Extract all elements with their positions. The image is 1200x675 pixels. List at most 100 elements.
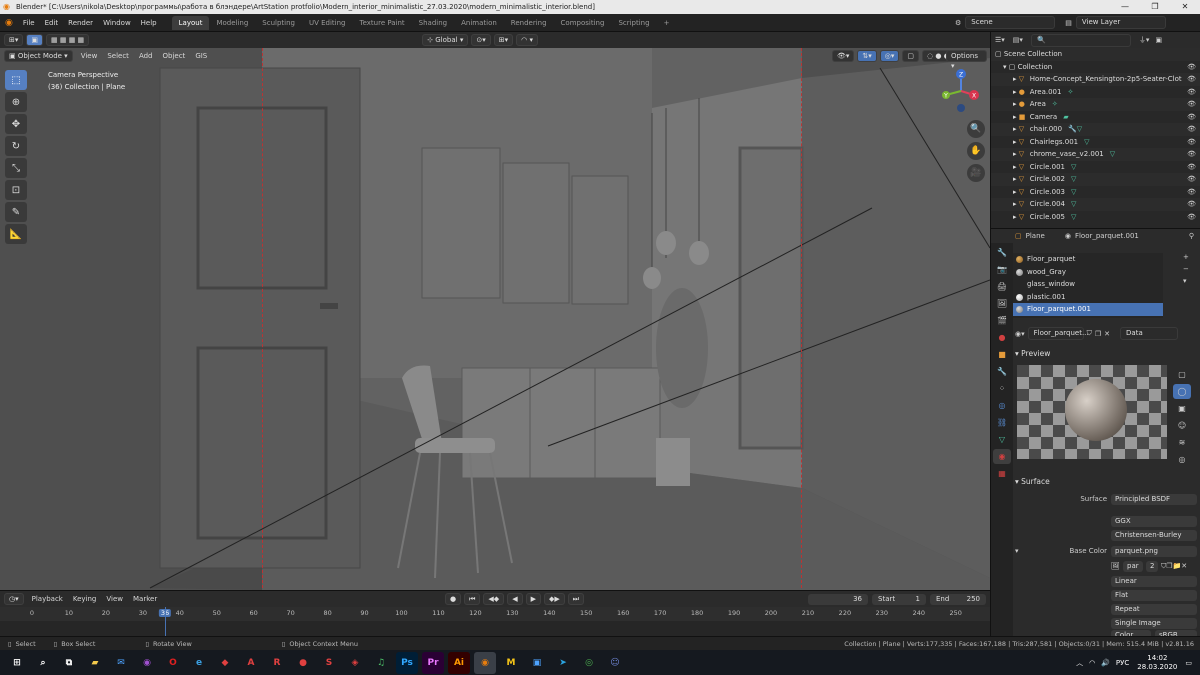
- prev-keyframe-icon[interactable]: ◀◆: [483, 593, 505, 605]
- preview-panel-header[interactable]: ▾ Preview: [1015, 349, 1050, 358]
- volume-icon[interactable]: 🔊: [1101, 659, 1110, 667]
- play-reverse-icon[interactable]: ◀: [507, 593, 523, 605]
- data-tab-icon[interactable]: ▽: [993, 432, 1011, 447]
- list-item[interactable]: wood_Gray: [1013, 266, 1163, 279]
- viewport-menu-view[interactable]: View: [76, 48, 103, 64]
- expand-arrow-icon[interactable]: ▾: [1015, 545, 1019, 558]
- eye-icon[interactable]: 👁: [1187, 161, 1196, 174]
- close-button[interactable]: ✕: [1170, 0, 1200, 14]
- base-color-texture-field[interactable]: parquet.png: [1111, 546, 1197, 557]
- blender-menu-icon[interactable]: ◉: [0, 18, 18, 28]
- mail-icon[interactable]: ✉: [110, 652, 132, 674]
- add-slot-button[interactable]: +: [1183, 253, 1195, 265]
- revit-icon[interactable]: R: [266, 652, 288, 674]
- tab-compositing[interactable]: Compositing: [554, 16, 612, 30]
- xray-toggle[interactable]: ▢: [902, 50, 920, 62]
- viewport-menu-object[interactable]: Object: [158, 48, 191, 64]
- windows-start-icon[interactable]: ⊞: [6, 652, 28, 674]
- chrome-icon[interactable]: ◎: [578, 652, 600, 674]
- menu-help[interactable]: Help: [136, 14, 162, 32]
- interpolation-dropdown[interactable]: Linear: [1111, 576, 1197, 587]
- maximize-button[interactable]: ❐: [1140, 0, 1170, 14]
- surface-shader-field[interactable]: Principled BSDF: [1111, 494, 1197, 505]
- viewport-menu-gis[interactable]: GIS: [190, 48, 212, 64]
- physics-tab-icon[interactable]: ◎: [993, 398, 1011, 413]
- viewport-menu-add[interactable]: Add: [134, 48, 158, 64]
- tab-modeling[interactable]: Modeling: [209, 16, 255, 30]
- minimize-button[interactable]: —: [1110, 0, 1140, 14]
- photoshop-icon[interactable]: Ps: [396, 651, 418, 674]
- menu-file[interactable]: File: [18, 14, 40, 32]
- unlink-x-icon[interactable]: ✕: [1104, 330, 1110, 338]
- list-item[interactable]: ▸ ▽ chrome_vase_v2.001 ▽ 👁: [991, 148, 1200, 161]
- list-item[interactable]: ▸ ▽ chair.000 🔧▽ 👁: [991, 123, 1200, 136]
- tab-sculpting[interactable]: Sculpting: [255, 16, 302, 30]
- opera-icon[interactable]: O: [162, 652, 184, 674]
- material-tab-icon[interactable]: ◉: [993, 449, 1011, 464]
- play-icon[interactable]: ▶: [525, 593, 541, 605]
- tab-scripting[interactable]: Scripting: [611, 16, 656, 30]
- list-item[interactable]: ▸ ● Area ✧ 👁: [991, 98, 1200, 111]
- timeline-menu-marker[interactable]: Marker: [128, 591, 162, 607]
- cursor-tool-icon[interactable]: ⊕: [5, 92, 27, 112]
- editor-type-button[interactable]: ⊞▾: [4, 34, 24, 46]
- discord-icon[interactable]: ☺: [604, 652, 626, 674]
- outliner-search-input[interactable]: 🔍: [1030, 33, 1131, 47]
- timeline-ruler[interactable]: 0102030364050607080901001101201301401501…: [0, 607, 990, 621]
- preview-monkey-icon[interactable]: ☺: [1173, 418, 1191, 433]
- app-screen-icon[interactable]: ▣: [526, 652, 548, 674]
- collection-row[interactable]: ▾ ▢ Collection 👁: [991, 61, 1200, 74]
- particles-tab-icon[interactable]: ⁘: [993, 381, 1011, 396]
- rotate-tool-icon[interactable]: ↻: [5, 136, 27, 156]
- list-item[interactable]: glass_window: [1013, 278, 1163, 291]
- measure-tool-icon[interactable]: 📐: [5, 224, 27, 244]
- annotate-tool-icon[interactable]: ✎: [5, 202, 27, 222]
- texture-tab-icon[interactable]: ▦: [993, 466, 1011, 481]
- menu-render[interactable]: Render: [63, 14, 98, 32]
- pin-icon[interactable]: ⚲: [1189, 232, 1194, 240]
- tab-rendering[interactable]: Rendering: [504, 16, 554, 30]
- eye-icon[interactable]: 👁: [1187, 148, 1196, 161]
- timeline-editor-type-icon[interactable]: ◷▾: [4, 593, 24, 605]
- camera-view-icon[interactable]: 🎥: [967, 164, 985, 182]
- eye-icon[interactable]: 👁: [1187, 73, 1196, 86]
- scale-tool-icon[interactable]: ⤡: [5, 158, 27, 178]
- gizmo-toggle[interactable]: ⇅▾: [857, 50, 877, 62]
- zoom-icon[interactable]: 🔍: [967, 120, 985, 138]
- eye-icon[interactable]: 👁: [1187, 198, 1196, 211]
- eye-icon[interactable]: 👁: [1187, 136, 1196, 149]
- subsurface-method-dropdown[interactable]: Christensen-Burley: [1111, 530, 1197, 541]
- object-mode-dropdown[interactable]: ▣ Object Mode ▾: [4, 50, 73, 62]
- constraints-tab-icon[interactable]: ⛓: [993, 415, 1011, 430]
- source-dropdown[interactable]: Single Image: [1111, 618, 1197, 629]
- link-dropdown[interactable]: Data: [1120, 327, 1179, 340]
- pivot-dropdown[interactable]: ⊙▾: [471, 34, 491, 46]
- list-item[interactable]: ▸ ● Area.001 ✧ 👁: [991, 86, 1200, 99]
- 3d-viewport[interactable]: [0, 48, 990, 590]
- new-collection-icon[interactable]: ▣: [1155, 36, 1162, 44]
- wifi-icon[interactable]: ◠: [1089, 659, 1095, 667]
- scene-icon[interactable]: ⚙: [955, 19, 961, 27]
- preview-cube-icon[interactable]: ▣: [1173, 401, 1191, 416]
- view-layer-selector[interactable]: View Layer: [1075, 16, 1166, 29]
- list-item[interactable]: ▸ ▽ Chairlegs.001 ▽ 👁: [991, 136, 1200, 149]
- autocad-icon[interactable]: A: [240, 652, 262, 674]
- material-browse-icon[interactable]: ◉▾: [1015, 330, 1025, 338]
- surface-panel-header[interactable]: ▾ Surface: [1015, 477, 1050, 486]
- tab-uv-editing[interactable]: UV Editing: [302, 16, 353, 30]
- tab-texture-paint[interactable]: Texture Paint: [353, 16, 412, 30]
- navigation-gizmo[interactable]: Z X Y: [936, 66, 986, 116]
- language-indicator[interactable]: РУС: [1116, 659, 1129, 667]
- jump-end-icon[interactable]: ⏭: [567, 593, 585, 605]
- view-layer-icon[interactable]: ▤: [1065, 19, 1072, 27]
- list-item-selected[interactable]: Floor_parquet.001: [1013, 303, 1163, 316]
- record-button[interactable]: ●: [445, 593, 462, 605]
- timeline-menu-playback[interactable]: Playback: [27, 591, 68, 607]
- tab-layout[interactable]: Layout: [171, 15, 210, 30]
- list-item[interactable]: ▸ ▽ Circle.003 ▽ 👁: [991, 186, 1200, 199]
- select-tool-icon[interactable]: ▣: [26, 34, 44, 46]
- search-icon[interactable]: ⌕: [32, 652, 54, 674]
- tool-tab-icon[interactable]: 🔧: [993, 245, 1011, 260]
- list-item[interactable]: ▸ ▽ Home-Concept_Kensington-2p5-Seater-Cl…: [991, 73, 1200, 86]
- illustrator-icon[interactable]: Ai: [448, 651, 470, 674]
